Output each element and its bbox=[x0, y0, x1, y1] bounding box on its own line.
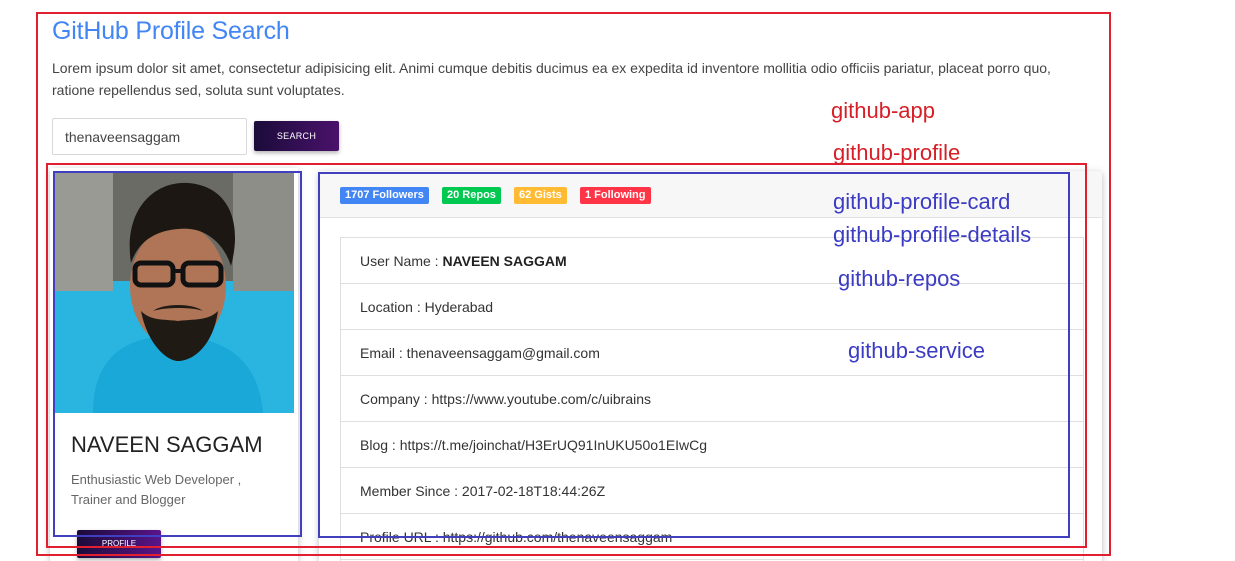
annotation-github-profile-card: github-profile-card bbox=[833, 189, 1011, 214]
github-profile-card-frame bbox=[53, 171, 302, 537]
annotation-github-service: github-service bbox=[848, 338, 985, 363]
annotation-github-profile-details: github-profile-details bbox=[833, 222, 1032, 247]
annotation-github-profile: github-profile bbox=[833, 140, 961, 165]
annotation-github-repos: github-repos bbox=[838, 266, 961, 291]
annotation-github-app: github-app bbox=[831, 98, 935, 123]
